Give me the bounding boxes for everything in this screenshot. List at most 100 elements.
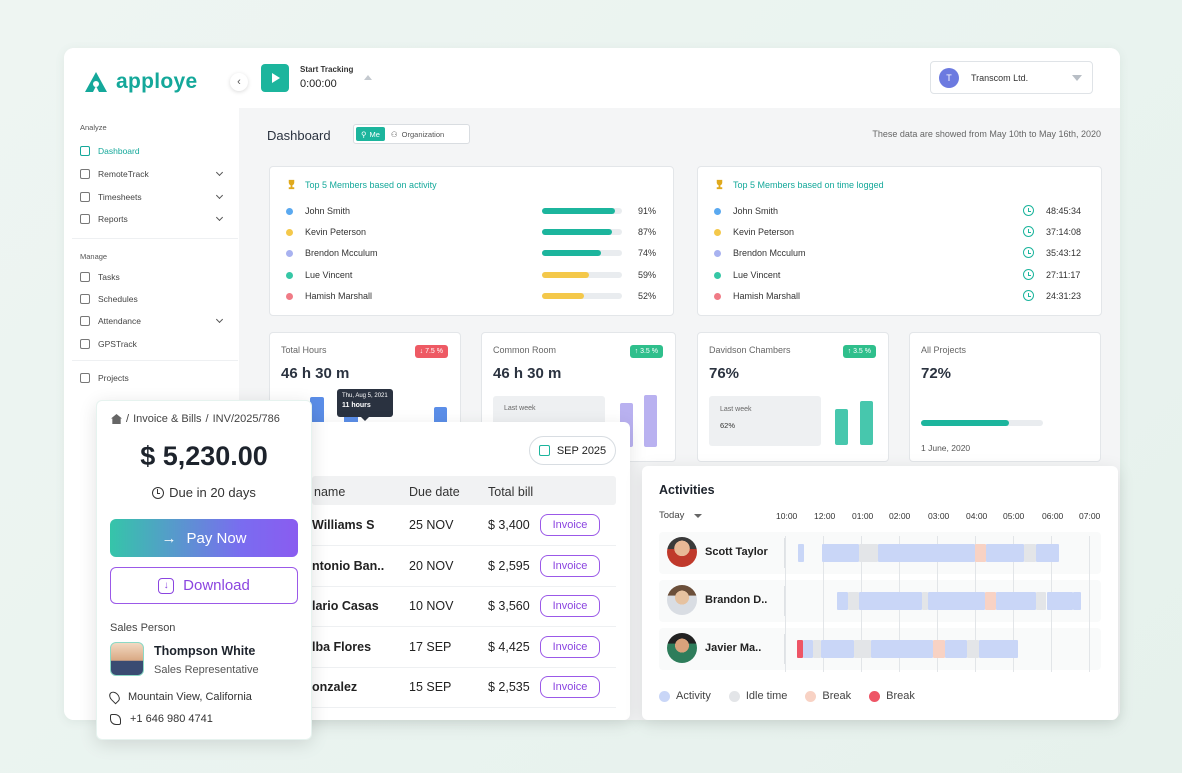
home-icon[interactable] bbox=[111, 414, 122, 424]
legend-label: Activity bbox=[676, 690, 711, 702]
member-name: Hamish Marshall bbox=[305, 291, 373, 301]
organization-icon: ⚇ bbox=[390, 129, 398, 139]
activity-bar-fill bbox=[542, 293, 584, 299]
sidebar-item-projects[interactable]: Projects bbox=[80, 370, 222, 386]
timeline-segment[interactable] bbox=[848, 592, 859, 610]
invoice-button[interactable]: Invoice bbox=[540, 595, 600, 617]
time-logged: 48:45:34 bbox=[1046, 206, 1082, 216]
hour-label: 03:00 bbox=[928, 511, 950, 521]
stat-card-davidson-chambers: Davidson Chambers ↑ 3.5 % 76% Last week … bbox=[697, 332, 889, 462]
timeline-segment[interactable] bbox=[967, 640, 979, 658]
trophy-icon bbox=[716, 179, 723, 190]
breadcrumb-item[interactable]: Invoice & Bills bbox=[133, 413, 201, 425]
total-bill: $ 3,560 bbox=[488, 599, 530, 613]
timeline-segment[interactable] bbox=[986, 544, 1024, 562]
activity-bar-track bbox=[542, 208, 622, 214]
member-color-dot bbox=[286, 271, 293, 279]
sidebar-item-label: Projects bbox=[98, 373, 129, 383]
activities-title: Activities bbox=[659, 483, 715, 497]
clock-icon bbox=[1023, 247, 1034, 258]
avatar bbox=[667, 537, 697, 567]
sidebar-group-manage: Manage bbox=[80, 252, 108, 261]
table-row[interactable]: ntonio Ban.. 20 NOV $ 2,595 Invoice bbox=[312, 547, 616, 587]
timeline-segment[interactable] bbox=[1073, 592, 1081, 610]
sidebar-item-timesheets[interactable]: Timesheets bbox=[80, 189, 224, 205]
organization-select[interactable]: T Transcom Ltd. bbox=[930, 61, 1093, 94]
start-tracking-button[interactable] bbox=[261, 64, 289, 92]
download-button[interactable]: ↓ Download bbox=[110, 567, 298, 604]
time-logged: 35:43:12 bbox=[1046, 248, 1082, 258]
sidebar-divider bbox=[72, 238, 238, 239]
timeline-segment[interactable] bbox=[1024, 544, 1036, 562]
top-members-time-card: Top 5 Members based on time logged John … bbox=[697, 166, 1102, 316]
collapse-sidebar-button[interactable]: ‹ bbox=[230, 73, 248, 91]
timeline-segment[interactable] bbox=[945, 640, 967, 658]
toggle-me-button[interactable]: ⚲ Me bbox=[356, 127, 385, 141]
breadcrumb-item: INV/2025/786 bbox=[212, 413, 280, 425]
timeline-segment[interactable] bbox=[813, 640, 821, 658]
timeline-segment[interactable] bbox=[975, 544, 986, 562]
timeline-segment[interactable] bbox=[1036, 592, 1046, 610]
table-row[interactable]: lba Flores 17 SEP $ 4,425 Invoice bbox=[312, 628, 616, 668]
member-color-dot bbox=[286, 292, 293, 300]
sales-person-name: Thompson White bbox=[154, 644, 256, 658]
timeline-segment[interactable] bbox=[854, 640, 871, 658]
timeline-segment[interactable] bbox=[859, 592, 922, 610]
sidebar-item-tasks[interactable]: Tasks bbox=[80, 269, 222, 285]
toggle-organization-button[interactable]: ⚇ Organization bbox=[391, 130, 444, 139]
tracking-caret-icon[interactable] bbox=[364, 75, 372, 80]
invoice-button[interactable]: Invoice bbox=[540, 635, 600, 658]
timeline-segment[interactable] bbox=[979, 640, 1018, 658]
table-row[interactable]: onzalez 15 SEP $ 2,535 Invoice bbox=[312, 668, 616, 708]
timeline-segment[interactable] bbox=[822, 544, 859, 562]
timeline-segment[interactable] bbox=[1036, 544, 1059, 562]
timeline-segment[interactable] bbox=[1047, 592, 1073, 610]
org-name: Transcom Ltd. bbox=[971, 72, 1029, 83]
sidebar-item-schedules[interactable]: Schedules bbox=[80, 291, 222, 307]
timeline-segment[interactable] bbox=[798, 544, 804, 562]
date-filter-select[interactable]: Today bbox=[659, 510, 703, 521]
sidebar-item-attendance[interactable]: Attendance bbox=[80, 313, 224, 329]
member-row: Lue Vincent bbox=[286, 267, 352, 283]
projects-icon bbox=[80, 373, 90, 383]
pay-now-button[interactable]: → Pay Now bbox=[110, 519, 298, 557]
timeline-segment[interactable] bbox=[933, 640, 945, 658]
member-row: Hamish Marshall bbox=[714, 288, 800, 304]
client-name: ntonio Ban.. bbox=[312, 558, 385, 573]
member-row: Lue Vincent bbox=[714, 267, 780, 283]
timeline-segment[interactable] bbox=[928, 592, 985, 610]
invoice-button[interactable]: Invoice bbox=[540, 554, 600, 577]
member-name: Hamish Marshall bbox=[733, 291, 801, 301]
timeline-segment[interactable] bbox=[871, 640, 933, 658]
sidebar-item-dashboard[interactable]: Dashboard bbox=[80, 143, 222, 159]
activity-percent: 74% bbox=[638, 248, 657, 258]
brand-logo[interactable]: apploye bbox=[84, 70, 197, 94]
timeline-segment[interactable] bbox=[996, 592, 1036, 610]
sidebar-item-reports[interactable]: Reports bbox=[80, 211, 224, 227]
avatar bbox=[667, 633, 697, 663]
sidebar-item-gpstrack[interactable]: GPSTrack bbox=[80, 336, 222, 352]
timeline-segment[interactable] bbox=[803, 640, 813, 658]
timeline-segment[interactable] bbox=[859, 544, 878, 562]
stat-label: All Projects bbox=[921, 345, 967, 355]
timeline-segment[interactable] bbox=[985, 592, 996, 610]
activity-bar-track bbox=[542, 272, 622, 278]
clock-icon bbox=[1023, 205, 1034, 216]
table-row[interactable]: lario Casas 10 NOV $ 3,560 Invoice bbox=[312, 587, 616, 627]
table-row[interactable]: Williams S 25 NOV $ 3,400 Invoice bbox=[312, 506, 616, 546]
activity-bar-track bbox=[542, 229, 622, 235]
legend-swatch bbox=[805, 690, 817, 702]
timeline-segment[interactable] bbox=[821, 640, 854, 658]
sidebar-item-remotetrack[interactable]: RemoteTrack bbox=[80, 166, 224, 182]
trend-badge: ↑ 3.5 % bbox=[629, 345, 663, 358]
hour-label: 04:00 bbox=[966, 511, 988, 521]
tasks-icon bbox=[80, 272, 90, 282]
card-title-text: Top 5 Members based on time logged bbox=[733, 179, 884, 190]
month-picker[interactable]: SEP 2025 bbox=[529, 436, 616, 465]
clock-icon bbox=[1023, 269, 1034, 280]
timesheet-icon bbox=[80, 192, 90, 202]
invoice-button[interactable]: Invoice bbox=[540, 514, 600, 536]
timeline-segment[interactable] bbox=[837, 592, 848, 610]
invoice-button[interactable]: Invoice bbox=[540, 676, 600, 698]
timeline-segment[interactable] bbox=[878, 544, 975, 562]
